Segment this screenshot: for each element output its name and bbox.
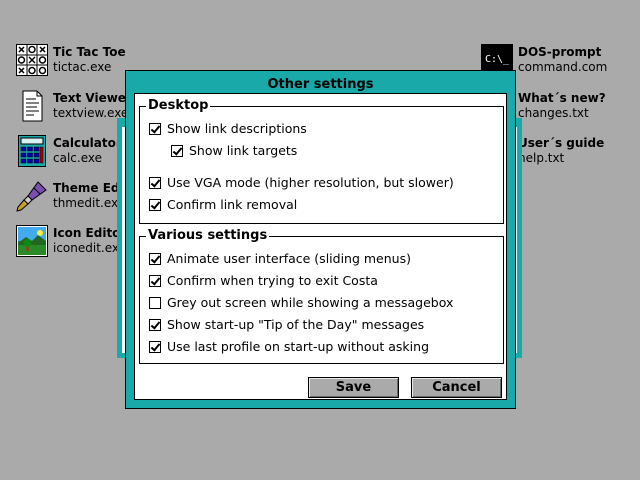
icon-filename: calc.exe bbox=[53, 151, 102, 165]
landscape-image-icon bbox=[16, 225, 48, 257]
checkbox[interactable] bbox=[149, 253, 161, 265]
checkbox-label: Show link targets bbox=[189, 143, 298, 158]
cancel-button[interactable]: Cancel bbox=[411, 377, 502, 398]
checkbox-label: Confirm when trying to exit Costa bbox=[167, 273, 378, 288]
checkbox[interactable] bbox=[171, 145, 183, 157]
icon-filename: iconedit.exe bbox=[53, 241, 127, 255]
checkbox-label: Use VGA mode (higher resolution, but slo… bbox=[167, 175, 454, 190]
save-button[interactable]: Save bbox=[308, 377, 399, 398]
checkbox[interactable] bbox=[149, 319, 161, 331]
checkbox[interactable] bbox=[149, 123, 161, 135]
checkbox-label: Grey out screen while showing a messageb… bbox=[167, 295, 454, 310]
icon-title: What´s new? bbox=[518, 91, 606, 105]
icon-title: Tic Tac Toe bbox=[53, 45, 126, 59]
text-document-icon bbox=[16, 90, 48, 122]
icon-title: Text Viewer bbox=[53, 91, 132, 105]
checkbox-confirm-exit[interactable]: Confirm when trying to exit Costa bbox=[149, 273, 378, 289]
group-label: Desktop bbox=[146, 98, 211, 114]
desktop-icon-iconeditor[interactable]: Icon Editor iconedit.exe bbox=[16, 225, 126, 257]
checkbox-label: Animate user interface (sliding menus) bbox=[167, 251, 411, 266]
checkbox-tip-of-the-day[interactable]: Show start-up "Tip of the Day" messages bbox=[149, 317, 424, 333]
icon-title: Calculator bbox=[53, 136, 122, 150]
checkbox-label: Show link descriptions bbox=[167, 121, 307, 136]
icon-filename: tictac.exe bbox=[53, 60, 112, 74]
icon-filename: command.com bbox=[518, 60, 608, 74]
checkbox-grey-out-screen[interactable]: Grey out screen while showing a messageb… bbox=[149, 295, 453, 311]
group-label: Various settings bbox=[146, 228, 270, 244]
checkbox-use-last-profile[interactable]: Use last profile on start-up without ask… bbox=[149, 339, 429, 355]
checkbox-label: Show start-up "Tip of the Day" messages bbox=[167, 317, 425, 332]
prompt-text: C:\_ bbox=[484, 54, 510, 65]
icon-title: Icon Editor bbox=[53, 226, 127, 240]
checkbox-show-link-descriptions[interactable]: Show link descriptions bbox=[149, 121, 307, 137]
group-various-settings: Various settings Animate user interface … bbox=[139, 228, 504, 364]
desktop-icon-calculator[interactable]: Calculator calc.exe bbox=[16, 135, 122, 167]
dialog-title: Other settings bbox=[267, 77, 374, 92]
checkbox[interactable] bbox=[149, 275, 161, 287]
calculator-icon bbox=[16, 135, 48, 167]
group-desktop: Desktop Show link descriptions Show link… bbox=[139, 98, 504, 224]
checkbox[interactable] bbox=[149, 199, 161, 211]
checkbox-use-vga-mode[interactable]: Use VGA mode (higher resolution, but slo… bbox=[149, 175, 454, 191]
checkbox-label: Use last profile on start-up without ask… bbox=[167, 339, 430, 354]
dialog-body: Desktop Show link descriptions Show link… bbox=[134, 93, 507, 400]
desktop-icon-textviewer[interactable]: Text Viewer textview.exe bbox=[16, 90, 132, 122]
checkbox-animate-ui[interactable]: Animate user interface (sliding menus) bbox=[149, 251, 411, 267]
icon-filename: changes.txt bbox=[518, 106, 589, 120]
icon-title: User´s guide bbox=[518, 136, 605, 150]
checkbox-label: Confirm link removal bbox=[167, 197, 298, 212]
icon-title: DOS-prompt bbox=[518, 45, 602, 59]
tictactoe-icon bbox=[16, 44, 48, 76]
paintbrush-icon bbox=[16, 180, 48, 212]
other-settings-dialog: Other settings Desktop Show link descrip… bbox=[125, 70, 516, 409]
checkbox[interactable] bbox=[149, 177, 161, 189]
checkbox[interactable] bbox=[149, 297, 161, 309]
icon-filename: help.txt bbox=[518, 151, 565, 165]
checkbox-show-link-targets[interactable]: Show link targets bbox=[171, 143, 297, 159]
checkbox-confirm-link-removal[interactable]: Confirm link removal bbox=[149, 197, 297, 213]
checkbox[interactable] bbox=[149, 341, 161, 353]
desktop-icon-tictactoe[interactable]: Tic Tac Toe tictac.exe bbox=[16, 44, 126, 76]
